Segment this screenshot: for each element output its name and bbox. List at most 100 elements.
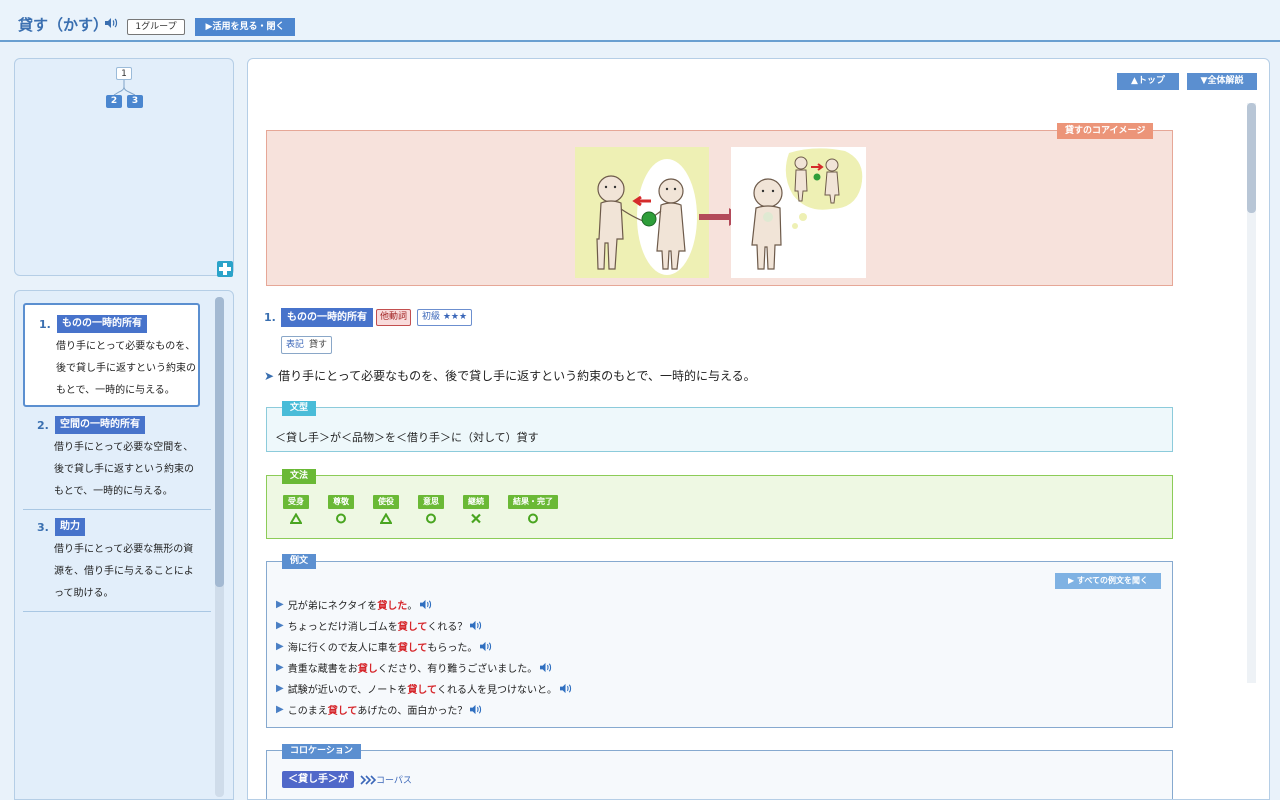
example-row: ▶ 海に行くので友人に車を 貸して もらった。 [276, 639, 492, 654]
example-text: あげたの、面白かった？ [357, 706, 468, 717]
group-badge: 1グループ [127, 19, 185, 35]
definition-text: 借り手にとって必要なものを、後で貸し手に返すという約束のもとで、一時的に与える。 [278, 369, 756, 383]
word-title: 貸す（かす） [18, 16, 109, 34]
tree-node-1[interactable]: 1 [116, 67, 132, 80]
definition: ➤ 借り手にとって必要なものを、後で貸し手に返すという約束のもとで、一時的に与える… [264, 367, 756, 384]
meaning-item-desc: 借り手にとって必要な無形の資源を、借り手に与えることによって助ける。 [54, 544, 194, 599]
grammar-item-volitional: 意思 [418, 495, 444, 525]
circle-mark-icon [336, 513, 346, 524]
grammar-section: 受身 尊敬 使役 意思 継続 結果・完了 [266, 475, 1173, 539]
speaker-icon[interactable] [469, 620, 482, 631]
header: 貸す（かす） 1グループ ▶活用を見る・閉く [0, 0, 1280, 42]
sentence-pattern-section: ＜貸し手＞が＜品物＞を＜借り手＞に（対して）貸す [266, 407, 1173, 452]
example-highlight: 貸して [397, 622, 428, 633]
overview-button[interactable]: ▼全体解説 [1187, 73, 1257, 90]
definition-arrow-icon: ➤ [264, 369, 275, 383]
example-text: くださり、有り難うございました。 [377, 664, 538, 675]
main-scrollbar-thumb[interactable] [1247, 103, 1256, 213]
grammar-label: 継続 [463, 495, 489, 509]
grammar-item-causative: 使役 [373, 495, 399, 525]
pos-badge: 他動詞 [376, 309, 412, 326]
grammar-label: 受身 [283, 495, 309, 509]
sentence-pattern-title: 文型 [282, 401, 317, 416]
circle-mark-icon [528, 513, 538, 524]
play-triangle-icon[interactable]: ▶ [276, 641, 284, 652]
example-highlight: 貸して [327, 706, 358, 717]
conjugation-button[interactable]: ▶活用を見る・閉く [195, 18, 295, 36]
meaning-item-label: ものの一時的所有 [57, 315, 147, 333]
notation-value: 貸す [309, 340, 328, 350]
top-button[interactable]: ▲トップ [1117, 73, 1179, 90]
meaning-item-num: 1. [39, 318, 51, 331]
meaning-item-2[interactable]: 2. 空間の一時的所有 借り手にとって必要な空間を、後で貸し手に返すという約束の… [23, 413, 200, 507]
play-triangle-icon[interactable]: ▶ [276, 662, 284, 673]
example-row: ▶ 兄が弟にネクタイを 貸した。 [276, 597, 432, 612]
example-highlight: 貸した [377, 601, 408, 612]
grammar-label: 尊敬 [328, 495, 354, 509]
meaning-list-panel: 1. ものの一時的所有 借り手にとって必要なものを、後で貸し手に返すという約束の… [14, 290, 234, 800]
example-text: くれる？ [427, 622, 468, 633]
triangle-mark-icon [380, 513, 392, 524]
meaning-item-3[interactable]: 3. 助力 借り手にとって必要な無形の資源を、借り手に与えることによって助ける。 [23, 515, 200, 609]
speaker-icon[interactable] [539, 662, 552, 673]
collocation-pill[interactable]: ＜貸し手＞が [282, 771, 354, 788]
play-all-examples-button[interactable]: ▶ すべての例文を聞く [1055, 573, 1161, 589]
tree-node-3[interactable]: 3 [127, 95, 143, 108]
example-text: 。 [407, 601, 418, 612]
meaning-item-num: 3. [37, 521, 49, 534]
examples-title: 例文 [282, 554, 317, 569]
example-text: 兄が弟にネクタイを [287, 601, 378, 612]
speaker-icon[interactable] [104, 17, 118, 29]
meaning-item-1[interactable]: 1. ものの一時的所有 借り手にとって必要なものを、後で貸し手に返すという約束の… [23, 303, 200, 407]
meaning-item-label: 助力 [55, 518, 85, 536]
example-highlight: 貸して [397, 643, 428, 654]
collocation-section: ＜貸し手＞が コーパス [266, 750, 1173, 799]
sentence-pattern-text: ＜貸し手＞が＜品物＞を＜借り手＞に（対して）貸す [275, 431, 539, 444]
example-row: ▶ 試験が近いので、ノートを 貸して くれる人を見つけないと。 [276, 681, 572, 696]
play-triangle-icon[interactable]: ▶ [276, 620, 284, 631]
divider [23, 611, 211, 612]
grammar-label: 結果・完了 [508, 495, 558, 509]
core-image-tag: 貸すのコアイメージ [1057, 123, 1154, 139]
speaker-icon[interactable] [419, 599, 432, 610]
grammar-label: 意思 [418, 495, 444, 509]
divider [23, 509, 211, 510]
meaning-tree-panel: 1 2 3 [14, 58, 234, 277]
sidebar-scrollbar-thumb[interactable] [215, 297, 224, 587]
example-highlight: 貸して [407, 685, 438, 696]
meaning-item-num: 2. [37, 419, 49, 432]
notation-key: 表記 [286, 340, 305, 350]
meaning-item-label: 空間の一時的所有 [55, 416, 145, 434]
example-text: くれる人を見つけないと。 [437, 685, 558, 696]
main-content: ▲トップ ▼全体解説 貸すのコアイメージ 1. ものの一時的所有 他動詞 初級 … [247, 58, 1270, 800]
tree-node-2[interactable]: 2 [106, 95, 122, 108]
play-triangle-icon[interactable]: ▶ [276, 599, 284, 610]
example-row: ▶ ちょっとだけ消しゴムを 貸して くれる？ [276, 618, 482, 633]
cross-mark-icon [471, 513, 481, 524]
speaker-icon[interactable] [479, 641, 492, 652]
triangle-mark-icon [290, 513, 302, 524]
play-triangle-icon[interactable]: ▶ [276, 704, 284, 715]
meaning-number: 1. [264, 311, 276, 324]
corpus-link[interactable]: コーパス [360, 773, 412, 786]
expand-plus-icon[interactable] [217, 261, 233, 277]
example-text: 試験が近いので、ノートを [287, 685, 408, 696]
grammar-item-passive: 受身 [283, 495, 309, 525]
meaning-item-desc: 借り手にとって必要な空間を、後で貸し手に返すという約束のもとで、一時的に与える。 [54, 442, 194, 497]
example-row: ▶ このまえ 貸して あげたの、面白かった？ [276, 702, 482, 717]
examples-section: ▶ すべての例文を聞く ▶ 兄が弟にネクタイを 貸した。 ▶ ちょっとだけ消しゴム… [266, 561, 1173, 728]
play-triangle-icon[interactable]: ▶ [276, 683, 284, 694]
example-text: ちょっとだけ消しゴムを [287, 622, 398, 633]
grammar-item-continuous: 継続 [463, 495, 489, 525]
example-text: このまえ [287, 706, 328, 717]
example-text: 貴重な蔵書をお [287, 664, 358, 675]
example-highlight: 貸し [357, 664, 378, 675]
meaning-label: ものの一時的所有 [281, 308, 373, 327]
grammar-title: 文法 [282, 469, 317, 484]
example-row: ▶ 貴重な蔵書をお 貸し くださり、有り難うございました。 [276, 660, 552, 675]
speaker-icon[interactable] [559, 683, 572, 694]
grammar-item-result: 結果・完了 [508, 495, 558, 525]
meaning-item-desc: 借り手にとって必要なものを、後で貸し手に返すという約束のもとで、一時的に与える。 [56, 341, 196, 396]
level-badge: 初級 ★★★ [417, 309, 473, 326]
speaker-icon[interactable] [469, 704, 482, 715]
